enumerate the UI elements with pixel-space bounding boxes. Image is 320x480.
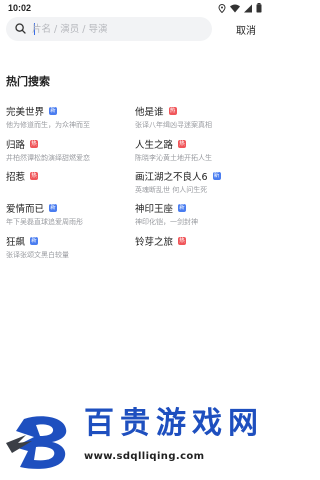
signal-icon: [244, 4, 252, 12]
battery-icon: [256, 3, 262, 13]
hot-item-zhao-re[interactable]: 招惹热: [6, 169, 131, 199]
hot-item-desc: 英魂断乱世 何人问生死: [135, 186, 208, 194]
hot-item-lingya-zhilv[interactable]: 铃芽之旅热: [135, 234, 260, 264]
site-watermark: 百 贵 游 戏 网 www.sdqlliqing.com: [6, 407, 268, 473]
search-icon: [15, 23, 26, 34]
new-badge: 新: [178, 203, 187, 212]
search-input[interactable]: [32, 20, 207, 38]
hot-item-title: 人生之路: [135, 139, 174, 151]
hot-badge: 热: [178, 139, 187, 148]
hot-item-desc: 张译八年缉凶寻迷案真相: [135, 121, 212, 129]
status-bar: 10:02: [0, 0, 270, 18]
hot-item-desc: 井柏然谭松韵演绎甜燃爱恋: [6, 154, 90, 162]
hot-item-title: 归路: [6, 139, 26, 151]
hot-item-ta-shi-shui[interactable]: 他是谁热 张译八年缉凶寻迷案真相: [135, 104, 260, 134]
hot-item-desc: 张译张颂文黑白较量: [6, 251, 69, 259]
hot-badge: 热: [30, 171, 39, 180]
status-icons: [218, 3, 262, 13]
hot-badge: 热: [178, 236, 187, 245]
hot-item-kuang-biao[interactable]: 狂飙新 张译张颂文黑白较量: [6, 234, 131, 264]
site-logo-icon: [6, 416, 67, 469]
hot-item-desc: 陈晓李沁黄土地开拓人生: [135, 154, 212, 162]
location-icon: [218, 3, 226, 13]
search-row: 取消: [0, 17, 270, 43]
site-name-char: 贵: [120, 406, 150, 441]
hot-badge: 热: [30, 139, 39, 148]
hot-item-title: 神印王座: [135, 203, 174, 215]
new-badge: 新: [49, 106, 58, 115]
hot-item-rensheng-zhilu[interactable]: 人生之路热 陈晓李沁黄土地开拓人生: [135, 137, 260, 167]
site-name-char: 游: [156, 406, 186, 441]
hot-item-huajianghu[interactable]: 画江湖之不良人6 新 英魂断乱世 何人问生死: [135, 169, 260, 199]
new-badge: 新: [30, 236, 39, 245]
hot-item-desc: 神印化铠，一剑封神: [135, 218, 198, 226]
site-name-char: 网: [228, 406, 258, 441]
hot-search-title: 热门搜索: [6, 75, 50, 88]
hot-item-title: 完美世界: [6, 106, 45, 118]
hot-item-title: 狂飙: [6, 236, 26, 248]
site-name: 百 贵 游 戏 网: [84, 407, 258, 441]
hot-badge: 热: [168, 106, 177, 115]
cancel-button[interactable]: 取消: [236, 22, 256, 37]
site-name-char: 百: [84, 406, 114, 441]
hot-item-aiqing-eryi[interactable]: 爱情而已新 年下吴磊直球追爱周雨彤: [6, 201, 131, 231]
search-box[interactable]: [6, 17, 212, 41]
hot-item-title: 铃芽之旅: [135, 236, 174, 248]
hot-item-title: 画江湖之不良人6: [135, 171, 208, 183]
hot-item-shenyin-wangzuo[interactable]: 神印王座新 神印化铠，一剑封神: [135, 201, 260, 231]
new-badge: 新: [212, 171, 221, 180]
hot-item-gui-lu[interactable]: 归路热 井柏然谭松韵演绎甜燃爱恋: [6, 137, 131, 167]
site-url: www.sdqlliqing.com: [84, 451, 205, 462]
hot-item-desc: 他为修道而生，为众神而至: [6, 121, 90, 129]
hot-item-title: 爱情而已: [6, 203, 45, 215]
hot-item-wanmei-shijie[interactable]: 完美世界新 他为修道而生，为众神而至: [6, 104, 131, 134]
hot-item-title: 招惹: [6, 171, 26, 183]
hot-item-title: 他是谁: [135, 106, 164, 118]
new-badge: 新: [49, 203, 58, 212]
hot-item-desc: 年下吴磊直球追爱周雨彤: [6, 218, 83, 226]
status-time: 10:02: [8, 3, 32, 13]
site-name-char: 戏: [192, 406, 222, 441]
wifi-icon: [230, 4, 240, 12]
